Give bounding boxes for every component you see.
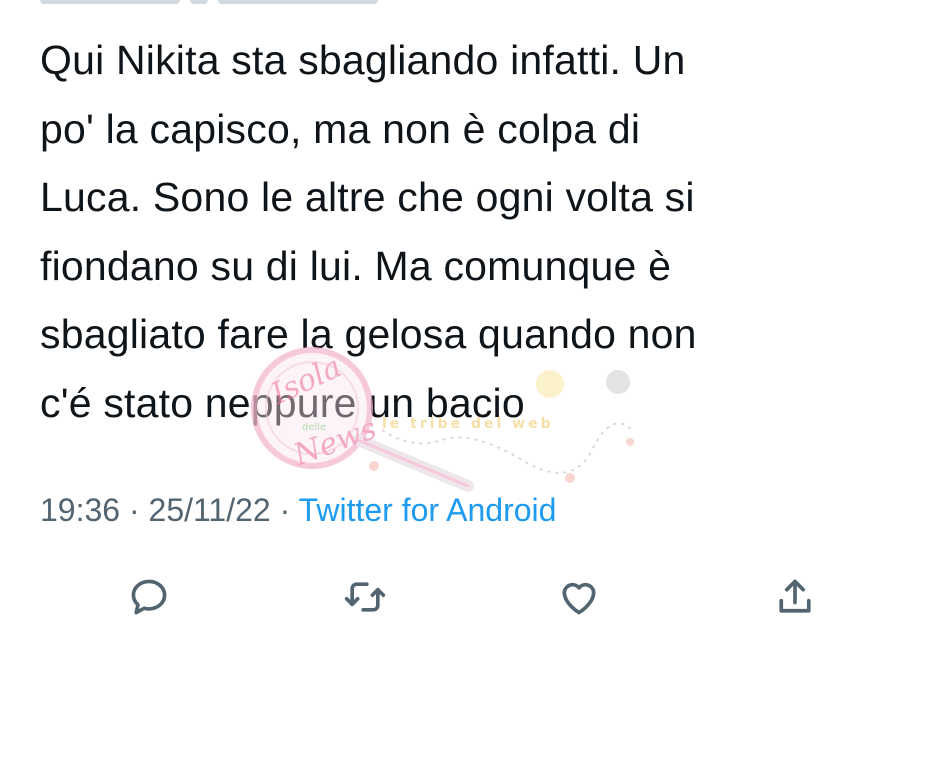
tweet-source-link[interactable]: Twitter for Android <box>299 492 557 528</box>
tweet-date: 25/11/22 <box>148 492 271 528</box>
tweet-meta: 19:36 · 25/11/22 · Twitter for Android <box>40 490 556 530</box>
retweet-icon <box>344 582 386 612</box>
tweet-actions-bar <box>0 572 926 622</box>
meta-separator-2: · <box>279 492 291 528</box>
tweet-time: 19:36 <box>40 492 121 528</box>
reply-button[interactable] <box>124 572 174 622</box>
retweet-button[interactable] <box>340 572 390 622</box>
tweet-text: Qui Nikita sta sbagliando infatti. Un po… <box>40 37 697 426</box>
like-button[interactable] <box>554 572 604 622</box>
heart-icon <box>562 582 596 615</box>
share-icon <box>779 579 811 613</box>
meta-separator-1: · <box>128 492 140 528</box>
clipped-header-fragment <box>40 0 420 4</box>
share-button[interactable] <box>770 572 820 622</box>
reply-icon <box>131 579 167 615</box>
